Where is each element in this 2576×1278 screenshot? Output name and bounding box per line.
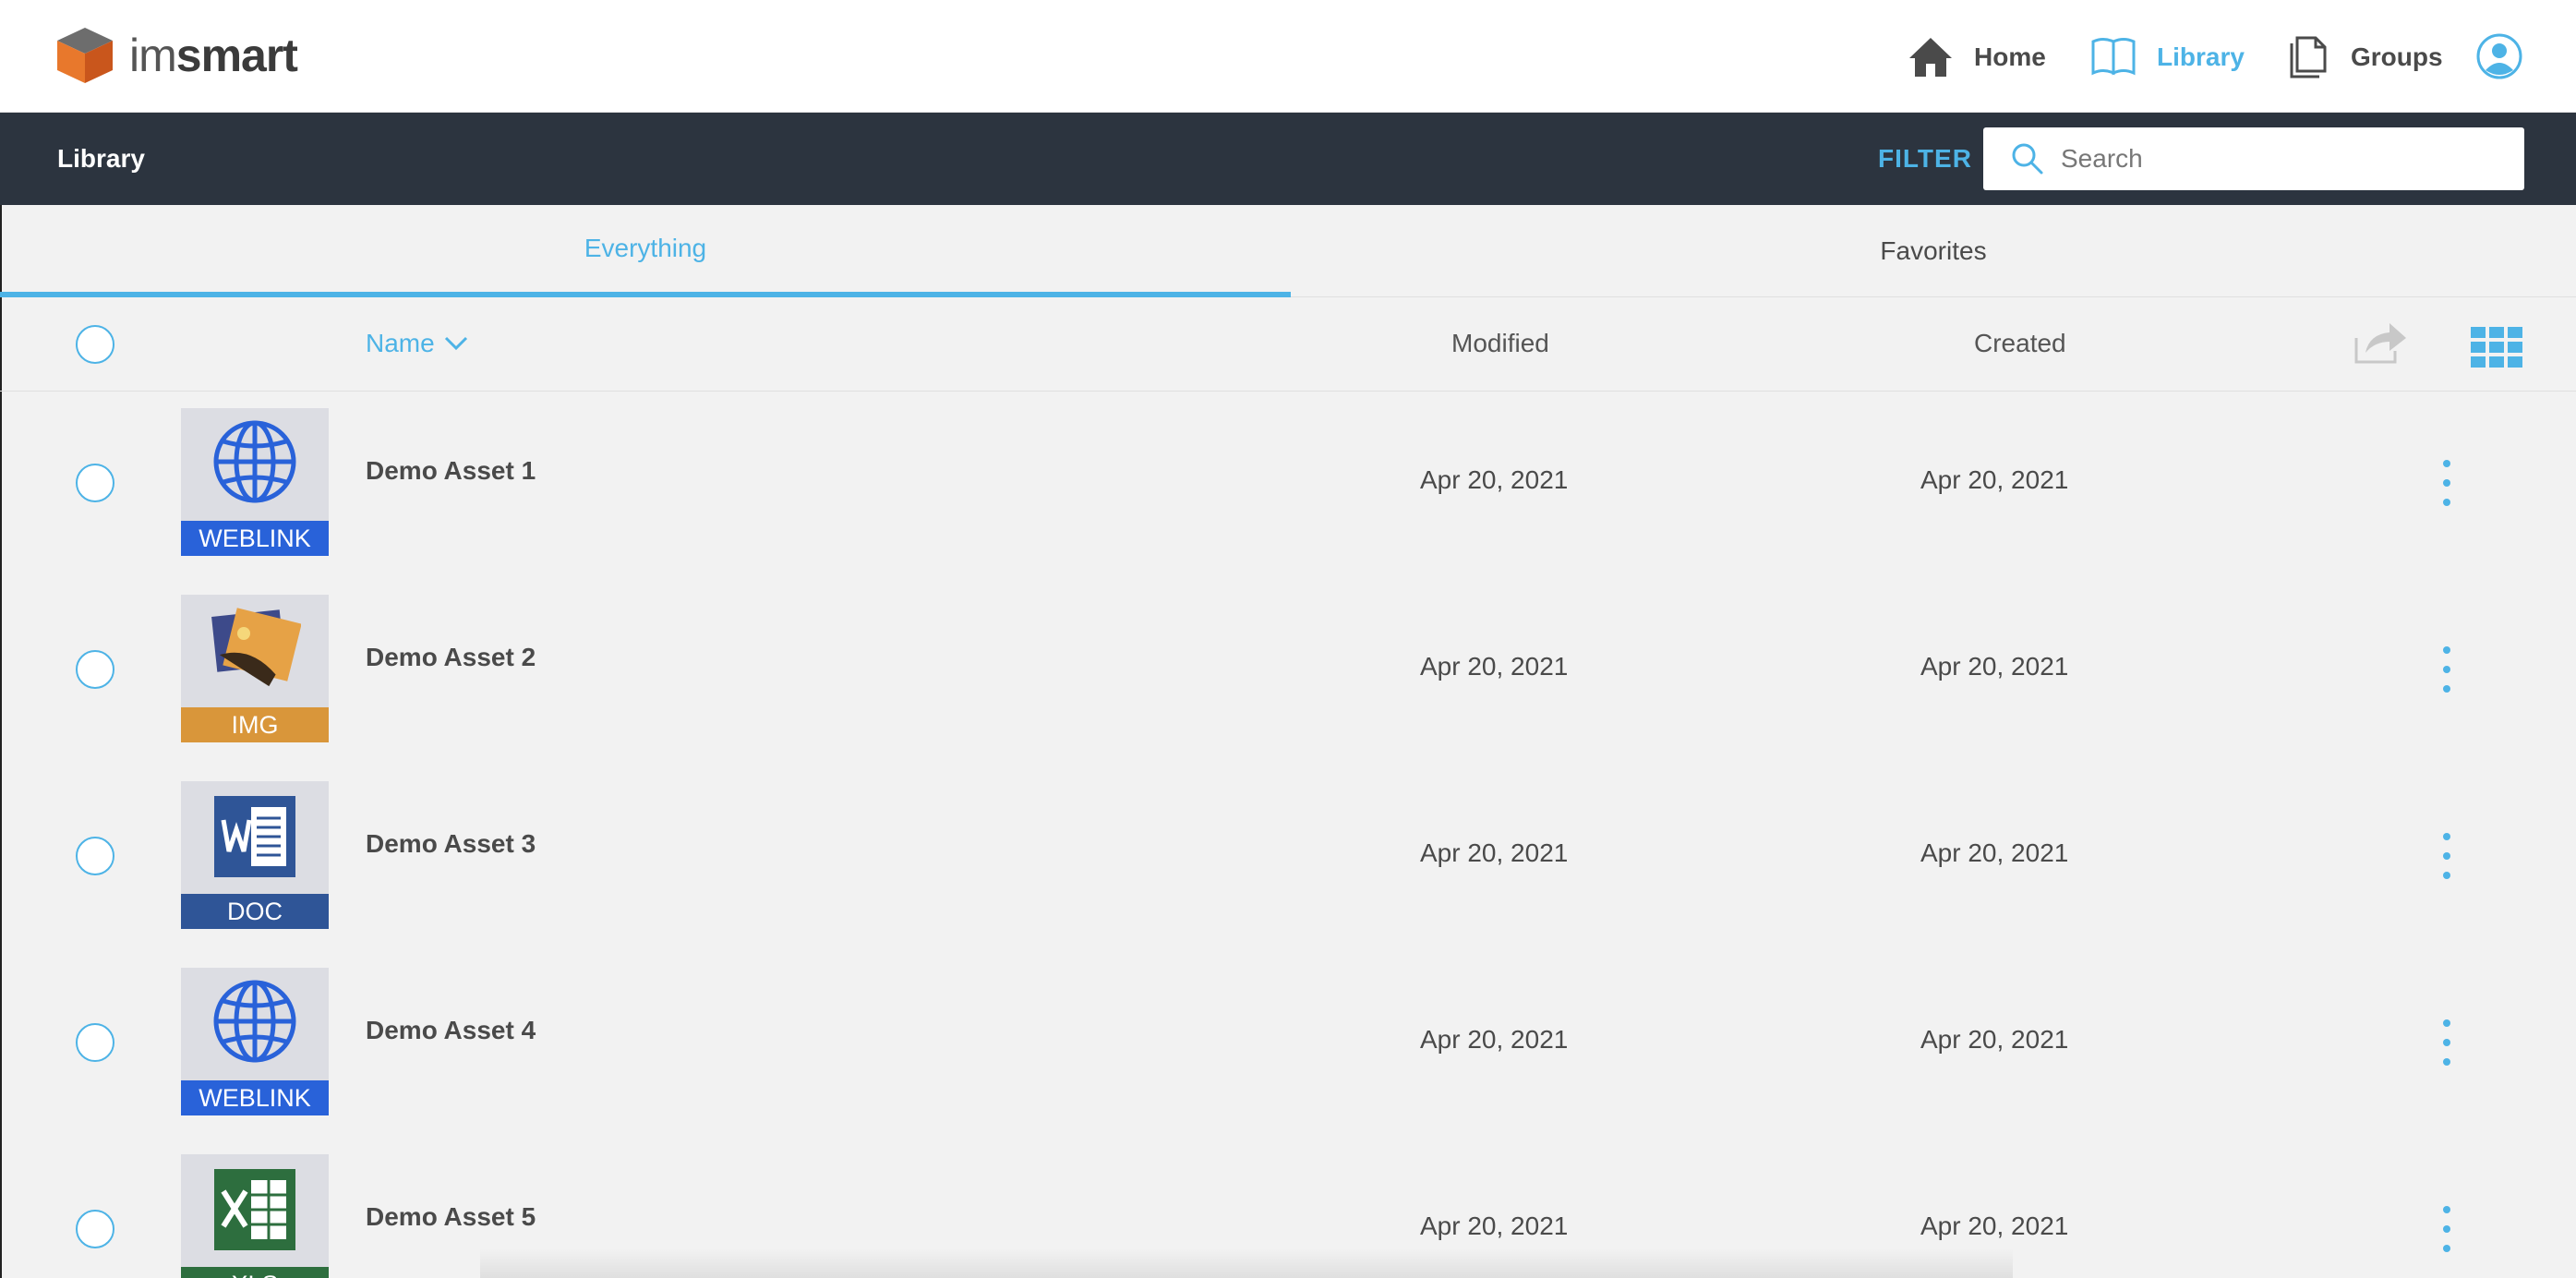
- image-icon: [211, 608, 301, 687]
- filter-button[interactable]: FILTER: [1878, 144, 1972, 174]
- search-input[interactable]: [2061, 144, 2504, 174]
- table-row[interactable]: WEBLINK Demo Asset 1 Apr 20, 2021 Apr 20…: [0, 390, 2576, 576]
- table-row[interactable]: WEBLINK Demo Asset 4 Apr 20, 2021 Apr 20…: [0, 949, 2576, 1136]
- grid-view-icon[interactable]: [2471, 327, 2522, 368]
- more-options-icon[interactable]: [2436, 460, 2458, 506]
- row-select-radio[interactable]: [76, 464, 114, 502]
- row-select-radio[interactable]: [76, 1210, 114, 1248]
- nav-groups-label: Groups: [2351, 42, 2443, 71]
- tab-bar: Everything Favorites: [0, 205, 2576, 297]
- row-select-radio[interactable]: [76, 837, 114, 875]
- asset-name[interactable]: Demo Asset 5: [366, 1202, 536, 1232]
- word-icon: [214, 796, 295, 877]
- column-modified[interactable]: Modified: [1451, 329, 1549, 358]
- asset-created: Apr 20, 2021: [1920, 838, 2069, 867]
- asset-modified: Apr 20, 2021: [1420, 652, 1569, 681]
- asset-type-label: DOC: [181, 894, 329, 929]
- search-box: [1983, 127, 2524, 190]
- chevron-down-icon: [444, 336, 467, 351]
- asset-type-label: WEBLINK: [181, 521, 329, 556]
- asset-thumbnail[interactable]: WEBLINK: [181, 408, 329, 556]
- table-row[interactable]: DOC Demo Asset 3 Apr 20, 2021 Apr 20, 20…: [0, 763, 2576, 949]
- sort-by-name[interactable]: Name: [366, 329, 468, 358]
- brand-logo[interactable]: imsmart: [54, 26, 298, 85]
- cube-logo-icon: [57, 28, 113, 83]
- excel-icon: [214, 1169, 295, 1250]
- top-navigation-bar: imsmart Home Library Groups: [0, 0, 2576, 113]
- page-title: Library: [57, 144, 145, 173]
- share-icon[interactable]: [2353, 320, 2408, 366]
- asset-modified: Apr 20, 2021: [1420, 838, 1569, 867]
- user-avatar-icon[interactable]: [2476, 33, 2522, 79]
- table-header: Name Modified Created: [0, 297, 2576, 392]
- asset-name[interactable]: Demo Asset 4: [366, 1016, 536, 1045]
- nav-home[interactable]: Home: [1908, 28, 2046, 87]
- nav-library-label: Library: [2157, 42, 2245, 71]
- nav-home-label: Home: [1974, 42, 2046, 71]
- asset-thumbnail[interactable]: DOC: [181, 781, 329, 929]
- more-options-icon[interactable]: [2436, 646, 2458, 693]
- library-toolbar: Library FILTER: [0, 113, 2576, 205]
- asset-name[interactable]: Demo Asset 3: [366, 829, 536, 859]
- more-options-icon[interactable]: [2436, 833, 2458, 879]
- asset-created: Apr 20, 2021: [1920, 1025, 2069, 1054]
- book-icon: [2091, 38, 2136, 76]
- asset-modified: Apr 20, 2021: [1420, 465, 1569, 494]
- globe-icon: [213, 980, 296, 1063]
- more-options-icon[interactable]: [2436, 1206, 2458, 1252]
- nav-groups[interactable]: Groups: [2284, 28, 2443, 87]
- asset-created: Apr 20, 2021: [1920, 1212, 2069, 1240]
- asset-thumbnail[interactable]: XLS: [181, 1154, 329, 1278]
- column-created[interactable]: Created: [1974, 329, 2066, 358]
- brand-wordmark: imsmart: [129, 30, 298, 81]
- asset-modified: Apr 20, 2021: [1420, 1025, 1569, 1054]
- asset-modified: Apr 20, 2021: [1420, 1212, 1569, 1240]
- asset-type-label: WEBLINK: [181, 1080, 329, 1115]
- documents-icon: [2290, 36, 2327, 78]
- column-name-label: Name: [366, 329, 435, 357]
- home-icon: [1909, 38, 1952, 77]
- select-all-radio[interactable]: [76, 325, 114, 364]
- asset-created: Apr 20, 2021: [1920, 465, 2069, 494]
- table-row[interactable]: IMG Demo Asset 2 Apr 20, 2021 Apr 20, 20…: [0, 576, 2576, 763]
- asset-type-label: XLS: [181, 1267, 329, 1278]
- tab-favorites[interactable]: Favorites: [1291, 205, 2576, 297]
- tab-everything[interactable]: Everything: [0, 205, 1291, 297]
- asset-thumbnail[interactable]: WEBLINK: [181, 968, 329, 1115]
- nav-library[interactable]: Library: [2090, 28, 2245, 87]
- globe-icon: [213, 420, 296, 503]
- row-select-radio[interactable]: [76, 1023, 114, 1062]
- row-select-radio[interactable]: [76, 650, 114, 689]
- bottom-shadow: [480, 1248, 2013, 1278]
- asset-created: Apr 20, 2021: [1920, 652, 2069, 681]
- asset-type-label: IMG: [181, 707, 329, 742]
- asset-name[interactable]: Demo Asset 2: [366, 643, 536, 672]
- more-options-icon[interactable]: [2436, 1019, 2458, 1066]
- search-icon: [2012, 143, 2043, 175]
- asset-thumbnail[interactable]: IMG: [181, 595, 329, 742]
- asset-name[interactable]: Demo Asset 1: [366, 456, 536, 486]
